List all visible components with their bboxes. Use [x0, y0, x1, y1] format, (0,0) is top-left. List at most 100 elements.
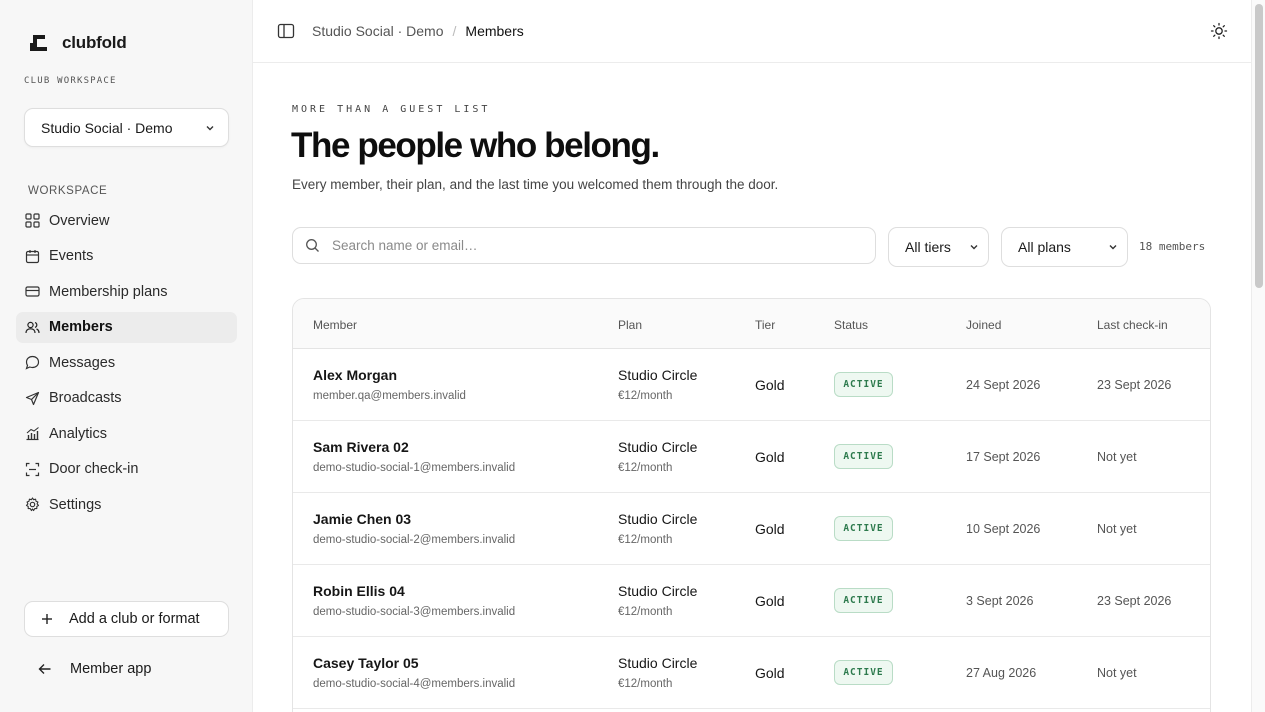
status-badge: ACTIVE — [834, 516, 893, 541]
member-tier: Gold — [755, 593, 785, 609]
table-row[interactable]: Sam Rivera 02 demo-studio-social-1@membe… — [293, 421, 1210, 493]
theme-toggle-icon[interactable] — [1209, 21, 1229, 41]
sidebar-item-overview[interactable]: Overview — [16, 205, 237, 236]
page-eyebrow: MORE THAN A GUEST LIST — [292, 104, 491, 115]
column-header-plan[interactable]: Plan — [618, 318, 642, 332]
member-app-link[interactable]: Member app — [38, 661, 151, 677]
sidebar-item-label: Membership plans — [49, 283, 168, 300]
sidebar-item-label: Settings — [49, 496, 102, 513]
column-header-status[interactable]: Status — [834, 318, 868, 332]
member-joined: 17 Sept 2026 — [966, 450, 1041, 464]
sidebar-item-label: Broadcasts — [49, 390, 122, 406]
sidebar-item-members[interactable]: Members — [16, 311, 237, 343]
member-joined: 27 Aug 2026 — [966, 666, 1037, 680]
breadcrumb-parent[interactable]: Studio Social · Demo — [312, 23, 444, 39]
scrollbar-thumb[interactable] — [1255, 4, 1263, 288]
member-email: demo-studio-social-3@members.invalid — [313, 606, 516, 618]
page-subtitle: Every member, their plan, and the last t… — [292, 177, 779, 192]
sidebar-toggle-icon[interactable] — [277, 22, 295, 40]
section-label: WORKSPACE — [28, 185, 108, 197]
member-plan: Studio Circle — [618, 511, 698, 527]
table-row[interactable]: Jamie Chen 03 demo-studio-social-2@membe… — [293, 493, 1210, 565]
calendar-icon — [24, 248, 40, 264]
sidebar-item-settings[interactable]: Settings — [16, 489, 237, 520]
add-club-label: Add a club or format — [69, 611, 200, 627]
chevron-down-icon — [970, 245, 978, 250]
workspace-select[interactable]: Studio Social · Demo — [24, 108, 229, 147]
column-header-tier[interactable]: Tier — [755, 318, 775, 332]
topbar: Studio Social · Demo / Members — [253, 0, 1251, 63]
member-tier: Gold — [755, 377, 785, 393]
member-email: demo-studio-social-1@members.invalid — [313, 462, 516, 474]
member-last-check-in: Not yet — [1097, 666, 1137, 680]
sidebar-item-label: Messages — [49, 354, 116, 371]
sidebar-item-label: Overview — [49, 212, 110, 229]
member-plan: Studio Circle — [618, 367, 698, 383]
chevron-down-icon — [1109, 245, 1117, 250]
status-badge: ACTIVE — [834, 444, 893, 469]
members-table: Member Plan Tier Status Joined Last chec… — [292, 298, 1211, 712]
workspace-select-value: Studio Social · Demo — [41, 119, 173, 136]
member-name: Sam Rivera 02 — [313, 439, 409, 455]
search-icon — [306, 239, 319, 252]
sidebar-item-label: Analytics — [49, 425, 108, 442]
member-joined: 3 Sept 2026 — [966, 594, 1034, 608]
member-plan: Studio Circle — [618, 655, 698, 671]
search-field[interactable] — [292, 227, 876, 264]
sidebar-item-analytics[interactable]: Analytics — [16, 418, 237, 449]
table-row[interactable]: Alex Morgan member.qa@members.invalid St… — [293, 349, 1210, 421]
chart-icon — [24, 426, 40, 442]
sidebar-item-door-check-in[interactable]: Door check-in — [16, 454, 237, 485]
member-app-label: Member app — [70, 661, 152, 677]
message-icon — [24, 355, 40, 371]
sidebar-item-messages[interactable]: Messages — [16, 347, 237, 378]
brand-name: clubfold — [62, 33, 127, 52]
member-name: Jamie Chen 03 — [313, 511, 412, 527]
workspace-label: CLUB WORKSPACE — [24, 76, 117, 86]
gear-icon — [24, 497, 40, 513]
member-name: Alex Morgan — [313, 367, 398, 383]
member-tier: Gold — [755, 665, 785, 681]
plan-filter-value: All plans — [1018, 239, 1071, 255]
plan-filter-select[interactable]: All plans — [1001, 227, 1128, 267]
status-badge: ACTIVE — [834, 588, 893, 613]
sidebar-item-broadcasts[interactable]: Broadcasts — [16, 383, 237, 414]
member-joined: 10 Sept 2026 — [966, 522, 1041, 536]
member-name: Casey Taylor 05 — [313, 655, 419, 671]
sidebar-item-membership-plans[interactable]: Membership plans — [16, 276, 237, 307]
page-title: The people who belong. — [291, 126, 660, 165]
column-header-last-check-in[interactable]: Last check-in — [1097, 318, 1168, 332]
member-plan-price: €12/month — [618, 678, 673, 690]
add-club-button[interactable]: Add a club or format — [24, 601, 229, 637]
sidebar-nav: Overview Events Membership plans Members… — [16, 205, 237, 525]
member-email: demo-studio-social-4@members.invalid — [313, 678, 516, 690]
page-scrollbar[interactable] — [1251, 0, 1265, 712]
table-row[interactable]: Robin Ellis 04 demo-studio-social-3@memb… — [293, 565, 1210, 637]
breadcrumb: Studio Social · Demo / Members — [312, 23, 524, 39]
member-plan-price: €12/month — [618, 390, 673, 402]
member-count: 18 members — [1139, 240, 1206, 253]
member-tier: Gold — [755, 449, 785, 465]
member-plan-price: €12/month — [618, 534, 673, 546]
status-badge: ACTIVE — [834, 372, 893, 397]
sidebar-item-label: Door check-in — [49, 461, 139, 477]
table-row[interactable]: Casey Taylor 05 demo-studio-social-4@mem… — [293, 637, 1210, 709]
breadcrumb-current: Members — [465, 23, 524, 39]
member-plan-price: €12/month — [618, 606, 673, 618]
column-header-member[interactable]: Member — [313, 318, 357, 332]
search-input[interactable] — [332, 238, 852, 253]
brand[interactable]: clubfold — [28, 32, 127, 54]
member-last-check-in: Not yet — [1097, 522, 1137, 536]
send-icon — [24, 390, 40, 406]
tier-filter-select[interactable]: All tiers — [888, 227, 989, 267]
grid-icon — [24, 213, 40, 229]
member-name: Robin Ellis 04 — [313, 583, 405, 599]
card-icon — [24, 284, 40, 300]
sidebar-item-events[interactable]: Events — [16, 241, 237, 272]
column-header-joined[interactable]: Joined — [966, 318, 1001, 332]
member-tier: Gold — [755, 521, 785, 537]
users-icon — [24, 319, 40, 335]
member-last-check-in: 23 Sept 2026 — [1097, 594, 1172, 608]
scan-icon — [24, 461, 40, 477]
table-header: Member Plan Tier Status Joined Last chec… — [293, 299, 1210, 349]
